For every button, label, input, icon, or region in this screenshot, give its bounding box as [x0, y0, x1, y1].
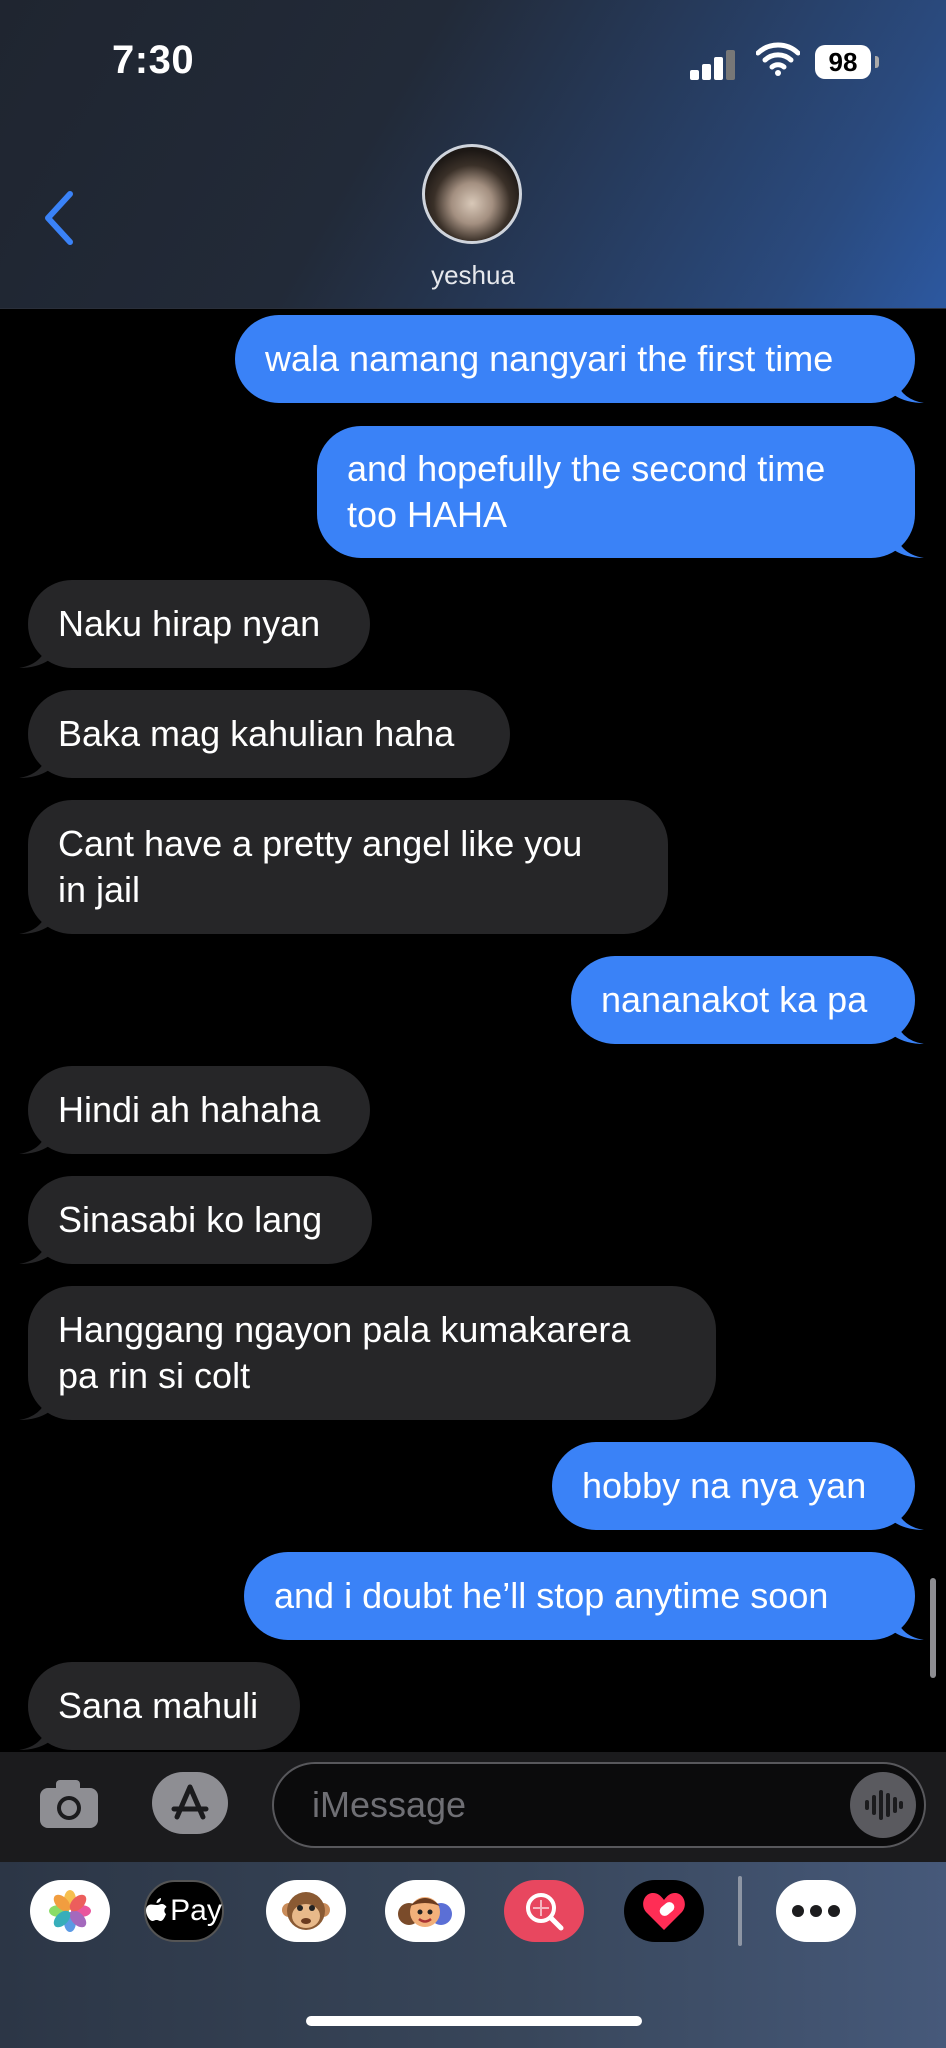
back-chevron-icon[interactable]: [40, 190, 76, 246]
app-store-button[interactable]: [152, 1772, 228, 1834]
message-input[interactable]: iMessage: [272, 1762, 926, 1848]
more-apps-icon: [792, 1905, 840, 1917]
bubble-tail: [19, 1720, 49, 1750]
message-text: Sana mahuli: [58, 1685, 259, 1726]
message-text: Cant have a pretty angel like you in jai…: [58, 823, 583, 910]
incoming-message[interactable]: Baka mag kahulian haha: [19, 690, 510, 778]
outgoing-message[interactable]: hobby na nya yan: [552, 1442, 924, 1530]
bubble-tail: [894, 1610, 924, 1640]
outgoing-message[interactable]: and i doubt he’ll stop anytime soon: [244, 1552, 924, 1640]
animoji-icon: [282, 1892, 330, 1930]
cellular-signal-icon: [690, 48, 736, 80]
contact-avatar[interactable]: [422, 144, 522, 244]
incoming-message[interactable]: Sana mahuli: [19, 1662, 300, 1750]
bubble-tail: [19, 748, 49, 778]
incoming-message[interactable]: Sinasabi ko lang: [19, 1176, 372, 1264]
animoji-app-button[interactable]: [266, 1880, 346, 1942]
battery-cap: [875, 56, 879, 68]
outgoing-message[interactable]: nananakot ka pa: [571, 956, 924, 1044]
message-text: and i doubt he’ll stop anytime soon: [274, 1575, 829, 1616]
status-time: 7:30: [112, 38, 195, 82]
bubble-tail: [894, 1014, 924, 1044]
outgoing-message[interactable]: and hopefully the second time too HAHA: [317, 426, 924, 558]
message-text: Naku hirap nyan: [58, 603, 321, 644]
bubble-tail: [894, 1500, 924, 1530]
incoming-message[interactable]: Naku hirap nyan: [19, 580, 370, 668]
message-text: Hindi ah hahaha: [58, 1089, 321, 1130]
wifi-icon: [756, 42, 800, 76]
contact-name[interactable]: yeshua: [0, 260, 946, 291]
incoming-message[interactable]: Hanggang ngayon pala kumakarera pa rin s…: [19, 1286, 716, 1420]
incoming-message[interactable]: Cant have a pretty angel like you in jai…: [19, 800, 668, 934]
outgoing-message[interactable]: wala namang nangyari the first time: [235, 315, 924, 403]
image-search-icon: [526, 1893, 564, 1931]
incoming-message[interactable]: Hindi ah hahaha: [19, 1066, 370, 1154]
apple-pay-label: Pay: [170, 1894, 222, 1927]
message-input-placeholder: iMessage: [312, 1784, 467, 1825]
more-apps-button[interactable]: [776, 1880, 856, 1942]
apple-logo-icon: [146, 1898, 167, 1921]
message-text: Baka mag kahulian haha: [58, 713, 455, 754]
battery-indicator: 98: [815, 45, 871, 79]
photos-app-button[interactable]: [30, 1880, 110, 1942]
audio-message-button[interactable]: [850, 1772, 916, 1838]
bubble-tail: [19, 1234, 49, 1264]
heart-icon: [643, 1893, 685, 1930]
camera-icon[interactable]: [38, 1778, 100, 1830]
scrollbar[interactable]: [930, 1578, 936, 1678]
bubble-tail: [894, 528, 924, 558]
drawer-divider: [738, 1876, 742, 1946]
app-store-icon: [171, 1784, 209, 1820]
photos-icon: [49, 1890, 91, 1932]
memoji-app-button[interactable]: [385, 1880, 465, 1942]
message-text: nananakot ka pa: [601, 979, 868, 1020]
bubble-tail: [19, 904, 49, 934]
message-text: Hanggang ngayon pala kumakarera pa rin s…: [58, 1309, 631, 1396]
waveform-icon: [865, 1790, 903, 1820]
message-text: wala namang nangyari the first time: [265, 338, 834, 379]
bubble-tail: [19, 638, 49, 668]
message-text: hobby na nya yan: [582, 1465, 867, 1506]
message-text: and hopefully the second time too HAHA: [347, 448, 826, 535]
bubble-tail: [19, 1390, 49, 1420]
apple-pay-app-button[interactable]: Pay: [144, 1880, 224, 1942]
bubble-tail: [894, 373, 924, 403]
home-indicator[interactable]: [306, 2016, 642, 2026]
memoji-icon: [398, 1897, 452, 1927]
bubble-tail: [19, 1124, 49, 1154]
message-text: Sinasabi ko lang: [58, 1199, 323, 1240]
image-search-app-button[interactable]: [504, 1880, 584, 1942]
digital-touch-app-button[interactable]: [624, 1880, 704, 1942]
